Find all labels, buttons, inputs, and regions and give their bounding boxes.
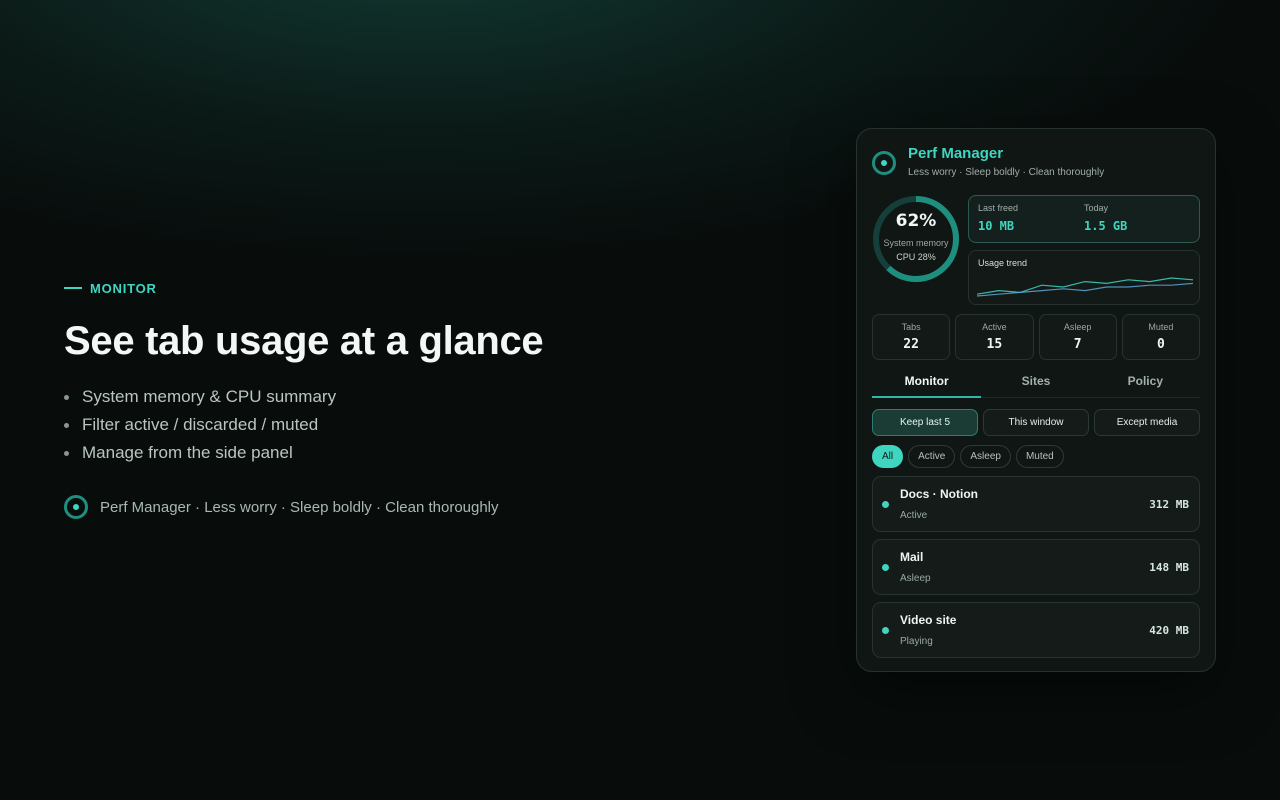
last-freed-value: 10 MB <box>978 219 1015 233</box>
feature-item: Filter active / discarded / muted <box>64 411 764 439</box>
memory-gauge: 62% System memory CPU 28% <box>872 195 960 283</box>
cpu-readout: CPU 28% <box>896 252 936 262</box>
tab-filters: All Active Asleep Muted <box>872 445 1200 468</box>
trend-line-b <box>977 282 1193 297</box>
trend-line-a <box>977 277 1193 295</box>
sleep-presets: Keep last 5 This window Except media <box>872 409 1200 436</box>
filter-asleep[interactable]: Asleep <box>960 445 1011 468</box>
list-item[interactable]: Docs · Notion Active 312 MB <box>872 476 1200 532</box>
filter-active[interactable]: Active <box>908 445 956 468</box>
stat-label: Asleep <box>1063 322 1092 332</box>
list-item[interactable]: Mail Asleep 148 MB <box>872 539 1200 595</box>
item-state: Playing <box>900 636 933 647</box>
memory-percent: 62% <box>895 211 937 231</box>
item-state: Active <box>900 510 928 521</box>
stat-asleep: Asleep 7 <box>1038 314 1117 360</box>
stat-value: 0 <box>1156 337 1165 352</box>
item-memory: 420 MB <box>1149 623 1189 637</box>
item-memory: 312 MB <box>1149 497 1189 511</box>
perf-manager-panel: Perf Manager Less worry · Sleep boldly ·… <box>856 128 1216 672</box>
item-memory: 148 MB <box>1149 560 1189 574</box>
item-state: Asleep <box>900 573 931 584</box>
usage-trend-sparkline <box>977 277 1193 297</box>
status-dot-icon <box>882 500 889 508</box>
stat-active: Active 15 <box>955 314 1034 360</box>
tab-list: Docs · Notion Active 312 MB Mail Asleep … <box>872 476 1200 658</box>
memory-label: System memory <box>883 238 949 248</box>
summary-row: 62% System memory CPU 28% Last freed 10 … <box>872 195 1200 305</box>
panel-tabs: Monitor Sites Policy <box>872 374 1200 398</box>
filter-all[interactable]: All <box>872 445 904 468</box>
panel-header: Perf Manager Less worry · Sleep boldly ·… <box>872 143 1200 195</box>
last-freed-label: Last freed <box>978 203 1019 213</box>
stat-muted: Muted 0 <box>1121 314 1200 360</box>
status-dot-icon <box>882 626 889 634</box>
keep-last-5-button[interactable]: Keep last 5 <box>872 409 978 436</box>
hero-section: MONITOR See tab usage at a glance System… <box>64 279 764 519</box>
stat-tabs: Tabs 22 <box>872 314 951 360</box>
tab-sites[interactable]: Sites <box>981 374 1090 397</box>
feature-item: System memory & CPU summary <box>64 383 764 411</box>
except-media-button[interactable]: Except media <box>1094 409 1200 436</box>
stat-value: 15 <box>986 337 1003 352</box>
list-item[interactable]: Video site Playing 420 MB <box>872 602 1200 658</box>
stat-label: Active <box>982 322 1007 332</box>
panel-subtitle: Less worry · Sleep boldly · Clean thorou… <box>908 167 1105 178</box>
status-dot-icon <box>882 563 889 571</box>
brand-line-text: Perf Manager · Less worry · Sleep boldly… <box>100 498 499 516</box>
stat-value: 7 <box>1073 337 1082 352</box>
tab-policy[interactable]: Policy <box>1091 374 1200 397</box>
stat-label: Tabs <box>901 322 921 332</box>
item-name: Video site <box>900 613 957 627</box>
freed-card: Last freed 10 MB Today 1.5 GB <box>968 195 1200 243</box>
stat-value: 22 <box>903 337 919 352</box>
ring-logo-icon <box>872 151 896 175</box>
usage-trend-card: Usage trend <box>968 250 1200 305</box>
today-freed-value: 1.5 GB <box>1084 219 1128 233</box>
tab-monitor[interactable]: Monitor <box>872 374 982 398</box>
item-name: Mail <box>900 550 924 564</box>
eyebrow: MONITOR <box>64 279 764 297</box>
item-name: Docs · Notion <box>900 487 978 501</box>
filter-muted[interactable]: Muted <box>1015 445 1064 468</box>
panel-title: Perf Manager <box>908 145 1004 162</box>
today-freed-label: Today <box>1084 203 1109 213</box>
ring-logo-icon <box>64 495 88 519</box>
feature-list: System memory & CPU summary Filter activ… <box>64 383 764 467</box>
tab-stats: Tabs 22 Active 15 Asleep 7 Muted 0 <box>872 314 1200 360</box>
headline: See tab usage at a glance <box>64 319 544 363</box>
stat-label: Muted <box>1148 322 1174 332</box>
brand-line: Perf Manager · Less worry · Sleep boldly… <box>64 495 764 519</box>
this-window-button[interactable]: This window <box>983 409 1089 436</box>
usage-trend-label: Usage trend <box>978 258 1028 268</box>
eyebrow-dash <box>64 287 82 289</box>
feature-item: Manage from the side panel <box>64 439 764 467</box>
eyebrow-label: MONITOR <box>90 280 157 296</box>
